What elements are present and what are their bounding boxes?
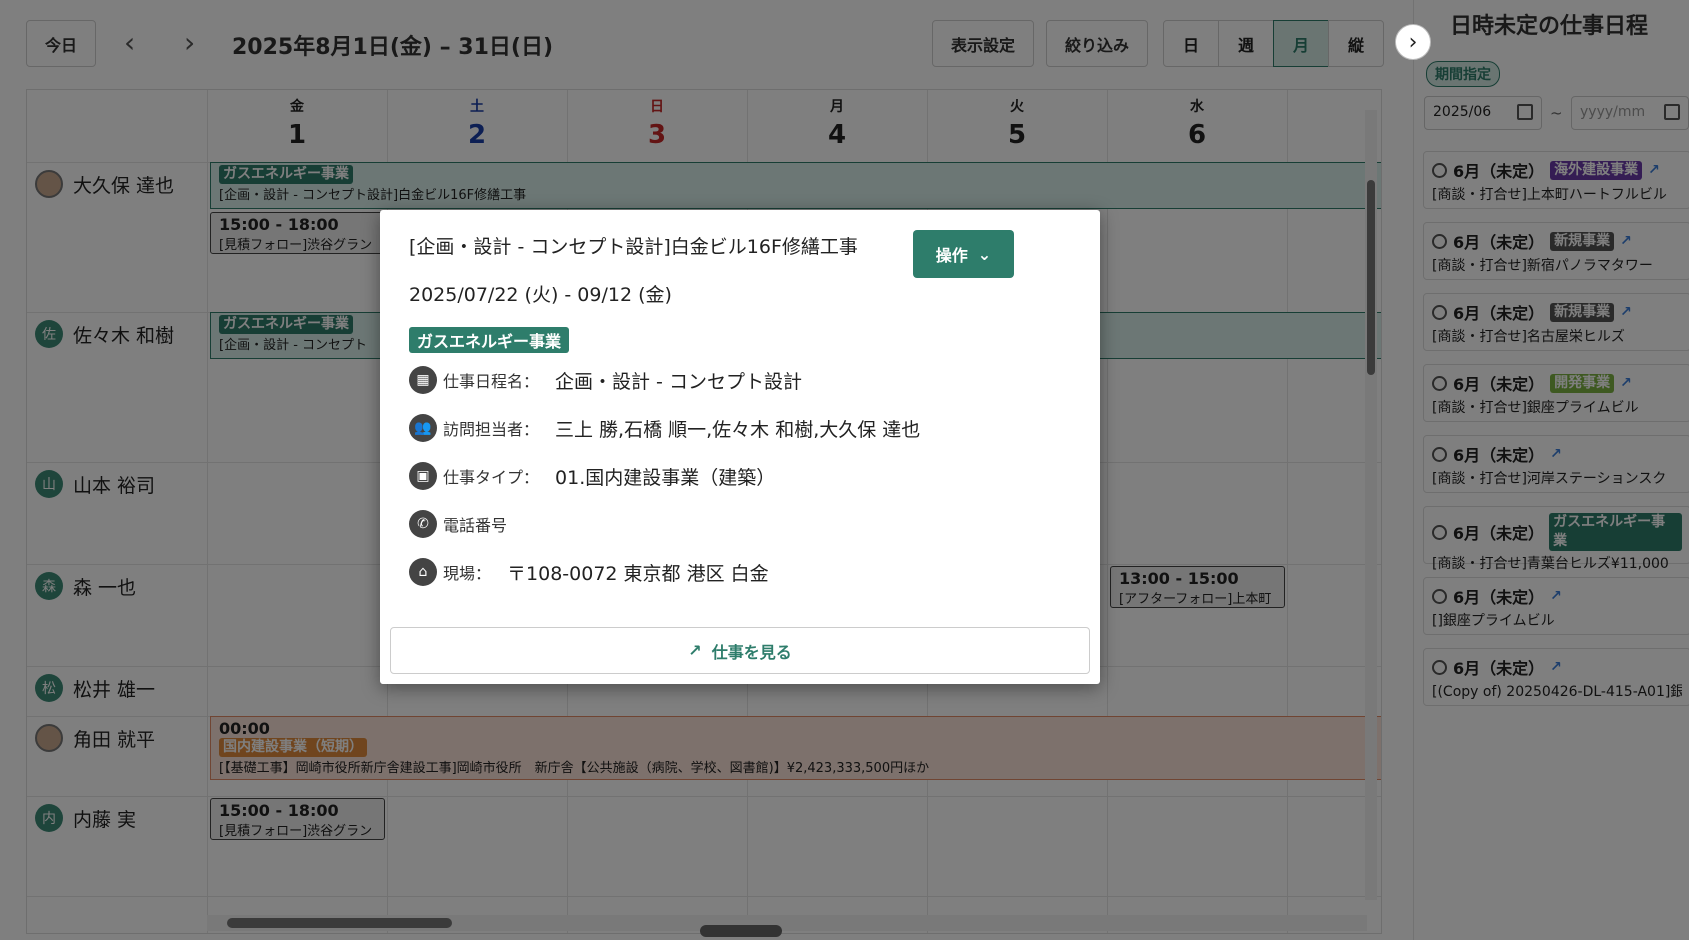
view-job-button[interactable]: ↗ 仕事を見る [390,627,1090,674]
field-value: 企画・設計 - コンセプト設計 [555,370,802,393]
people-icon: 👥 [409,414,437,442]
field-label: 訪問担当者： [443,420,540,439]
chevron-right-icon: › [1408,29,1418,55]
calendar-icon: ▦ [409,366,437,394]
field-label: 電話番号 [443,516,508,535]
collapse-sidebar-button[interactable]: › [1395,24,1431,60]
field-value: 〒108-0072 東京都 港区 白金 [507,562,769,585]
field-label: 仕事タイプ： [443,468,540,487]
field-label: 現場： [443,564,492,583]
phone-icon: ✆ [409,510,437,538]
home-icon: ⌂ [409,558,437,586]
event-detail-modal: [企画・設計 - コンセプト設計]白金ビル16F修繕工事 操作 ⌄ 2025/07… [380,210,1100,684]
field-value: 三上 勝,石橋 順一,佐々木 和樹,大久保 達也 [555,418,921,441]
modal-dates: 2025/07/22 (火) - 09/12 (金) [409,284,672,306]
modal-title: [企画・設計 - コンセプト設計]白金ビル16F修繕工事 [409,236,858,258]
resize-handle[interactable] [700,925,782,937]
field-value: 01.国内建設事業（建築） [555,466,776,489]
category-tag: ガスエネルギー事業 [409,327,570,353]
action-dropdown-button[interactable]: 操作 ⌄ [913,230,1014,278]
external-link-icon: ↗ [688,641,702,660]
briefcase-icon: ▣ [409,462,437,490]
field-label: 仕事日程名： [443,372,540,391]
chevron-down-icon: ⌄ [977,244,992,264]
